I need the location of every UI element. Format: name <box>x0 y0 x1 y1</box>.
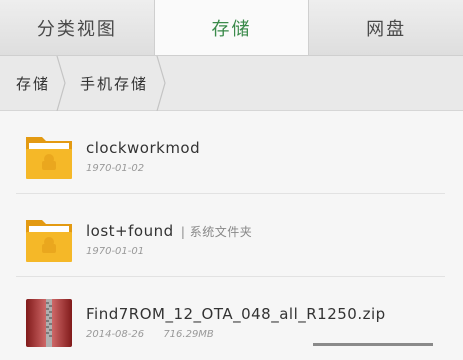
breadcrumb-label: 存储 <box>16 74 51 93</box>
breadcrumb-item-storage[interactable]: 存储 <box>0 55 66 111</box>
file-date: 1970-01-01 <box>86 246 145 257</box>
list-item[interactable]: clockworkmod 1970-01-02 <box>16 111 445 194</box>
file-name-text: clockworkmod <box>86 139 201 157</box>
folder-icon <box>26 220 72 262</box>
tab-cloud-drive[interactable]: 网盘 <box>309 0 463 55</box>
file-name-text: Find7ROM_12_OTA_048_all_R1250.zip <box>86 305 386 323</box>
folder-icon <box>26 137 72 179</box>
tab-category-view[interactable]: 分类视图 <box>0 0 155 55</box>
file-meta: 2014-08-26 716.29MB <box>86 329 214 340</box>
file-name-text: lost+found <box>86 222 174 240</box>
file-name: clockworkmod <box>86 139 200 157</box>
file-subtitle: | 系统文件夹 <box>180 225 253 239</box>
breadcrumb: 存储 手机存储 <box>0 55 463 111</box>
file-name: Find7ROM_12_OTA_048_all_R1250.zip <box>86 305 386 323</box>
list-item[interactable]: Find7ROM_12_OTA_048_all_R1250.zip 2014-0… <box>16 277 445 360</box>
tab-bar: 分类视图 存储 网盘 <box>0 0 463 56</box>
tab-storage[interactable]: 存储 <box>154 0 310 55</box>
breadcrumb-label: 手机存储 <box>80 74 149 93</box>
file-meta: 1970-01-01 <box>86 246 144 257</box>
breadcrumb-item-phone-storage[interactable]: 手机存储 <box>66 55 166 111</box>
breadcrumb-separator-icon <box>56 55 66 111</box>
breadcrumb-separator-icon <box>156 55 166 111</box>
file-size: 716.29MB <box>163 329 214 340</box>
file-date: 2014-08-26 <box>86 329 145 340</box>
file-date: 1970-01-02 <box>86 163 145 174</box>
file-list: clockworkmod 1970-01-02 lost+found | 系统文… <box>0 111 463 360</box>
file-meta: 1970-01-02 <box>86 163 144 174</box>
file-name: lost+found | 系统文件夹 <box>86 222 252 240</box>
list-item[interactable]: lost+found | 系统文件夹 1970-01-01 <box>16 194 445 277</box>
zip-archive-icon <box>26 299 72 347</box>
